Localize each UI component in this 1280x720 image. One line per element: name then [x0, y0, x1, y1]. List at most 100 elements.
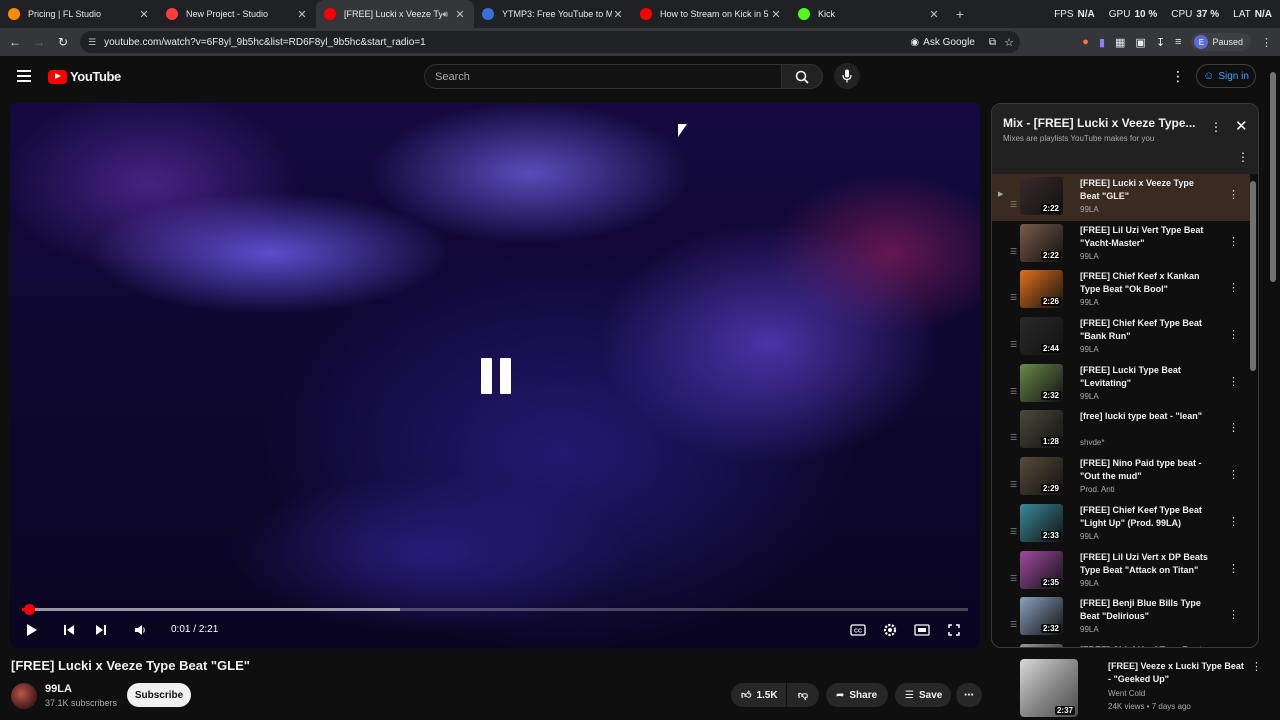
extensions-puzzle-icon[interactable]: ▦ [1115, 36, 1125, 49]
profile-button[interactable]: E Paused [1191, 33, 1251, 51]
playlist-item[interactable]: ☰[FREE] Chief Keef Type Beat [992, 641, 1250, 647]
playlist-item[interactable]: ☰ 1:28 [free] lucki type beat - "lean" shvd… [992, 407, 1250, 454]
save-button[interactable]: ☰ Save [895, 683, 951, 707]
recommended-title[interactable]: [FREE] Veeze x Lucki Type Beat - "Geeked… [1108, 660, 1244, 686]
playlist-thumbnail[interactable]: 2:26 [1020, 270, 1063, 309]
playlist-thumbnail[interactable] [1020, 643, 1063, 647]
drag-handle-icon[interactable]: ☰ [1010, 433, 1017, 442]
drag-handle-icon[interactable]: ☰ [1010, 387, 1017, 396]
drag-handle-icon[interactable]: ☰ [1010, 200, 1017, 209]
playlist-item[interactable]: ☰ 2:33 [FREE] Chief Keef Type Beat "Light … [992, 501, 1250, 548]
drag-handle-icon[interactable]: ☰ [1010, 527, 1017, 536]
close-tab-icon[interactable]: ✕ [454, 8, 466, 21]
scrubber-handle[interactable] [23, 604, 35, 615]
sign-in-button[interactable]: ☺ Sign in [1196, 64, 1256, 88]
browser-tab[interactable]: Pricing | FL Studio ✕ [0, 0, 158, 28]
playlist-item[interactable]: ☰ 2:29 [FREE] Nino Paid type beat - "Out t… [992, 454, 1250, 501]
playlist-more-icon[interactable]: ⋮ [1237, 150, 1249, 164]
item-menu-icon[interactable]: ⋮ [1228, 421, 1239, 434]
playlist-item[interactable]: ☰ 2:22 [FREE] Lil Uzi Vert Type Beat "Yach… [992, 221, 1250, 268]
volume-button[interactable] [130, 620, 150, 640]
url-text[interactable]: youtube.com/watch?v=6F8yl_9b5hc&list=RD6… [104, 37, 426, 48]
playlist-scrollbar[interactable] [1250, 175, 1256, 645]
item-title[interactable]: [FREE] Lil Uzi Vert x DP Beats Type Beat… [1080, 551, 1208, 577]
item-menu-icon[interactable]: ⋮ [1228, 608, 1239, 621]
new-tab-button[interactable]: + [948, 6, 972, 22]
browser-tab[interactable]: New Project - Studio ✕ [158, 0, 316, 28]
close-tab-icon[interactable]: ✕ [612, 8, 624, 21]
browser-tab[interactable]: YTMP3: Free YouTube to MP3 C✕ [474, 0, 632, 28]
extension-fire-icon[interactable]: ● [1082, 36, 1089, 48]
bookmark-star-icon[interactable]: ☆ [1004, 36, 1014, 49]
fullscreen-button[interactable] [944, 620, 964, 640]
playlist-thumbnail[interactable]: 2:32 [1020, 363, 1063, 402]
playlist-thumbnail[interactable]: 1:28 [1020, 410, 1063, 449]
drag-handle-icon[interactable]: ☰ [1010, 247, 1017, 256]
item-menu-icon[interactable]: ⋮ [1228, 328, 1239, 341]
tab-search-icon[interactable]: ▣ [1135, 36, 1145, 49]
search-input[interactable]: Search [424, 64, 782, 89]
drag-handle-icon[interactable]: ☰ [1010, 340, 1017, 349]
playlist-thumbnail[interactable]: 2:22 [1020, 177, 1063, 215]
playlist-thumbnail[interactable]: 2:32 [1020, 597, 1063, 636]
site-info-icon[interactable]: ☰ [88, 37, 96, 48]
previous-button[interactable] [59, 620, 79, 640]
item-title[interactable]: [FREE] Chief Keef Type Beat "Bank Run" [1080, 317, 1208, 343]
item-menu-icon[interactable]: ⋮ [1228, 281, 1239, 294]
playlist-thumbnail[interactable]: 2:33 [1020, 503, 1063, 542]
playlist-item[interactable]: ▶ ☰ 2:22 [FREE] Lucki x Veeze Type Beat "GL… [992, 174, 1250, 221]
item-title[interactable]: [FREE] Nino Paid type beat - "Out the mu… [1080, 457, 1208, 483]
close-tab-icon[interactable]: ✕ [770, 8, 782, 21]
address-bar[interactable]: ☰ youtube.com/watch?v=6F8yl_9b5hc&list=R… [80, 31, 1020, 53]
search-button[interactable] [781, 64, 823, 89]
drag-handle-icon[interactable]: ☰ [1010, 620, 1017, 629]
drag-handle-icon[interactable]: ☰ [1010, 574, 1017, 583]
playlist-menu-icon[interactable]: ⋮ [1210, 120, 1222, 134]
drag-handle-icon[interactable]: ☰ [1010, 293, 1017, 302]
dislike-button[interactable]: 👎︎ [787, 683, 819, 707]
play-button[interactable] [22, 620, 42, 640]
item-title[interactable]: [FREE] Chief Keef x Kankan Type Beat "Ok… [1080, 270, 1208, 296]
playlist-item[interactable]: ☰ 2:32 [FREE] Lucki Type Beat "Levitating"… [992, 361, 1250, 408]
browser-menu-icon[interactable]: ⋮ [1261, 36, 1272, 49]
playlist-item[interactable]: ☰ 2:35 [FREE] Lil Uzi Vert x DP Beats Type… [992, 548, 1250, 595]
media-control-icon[interactable]: ≡ [1175, 36, 1181, 48]
recommended-thumbnail[interactable]: 2:37 [1020, 659, 1078, 717]
item-menu-icon[interactable]: ⋮ [1228, 515, 1239, 528]
playlist-thumbnail[interactable]: 2:22 [1020, 223, 1063, 262]
item-title[interactable]: [FREE] Lucki Type Beat "Levitating" [1080, 364, 1208, 390]
playlist-thumbnail[interactable]: 2:44 [1020, 317, 1063, 356]
theater-mode-button[interactable] [912, 620, 932, 640]
item-menu-icon[interactable]: ⋮ [1228, 562, 1239, 575]
browser-tab[interactable]: [FREE] Lucki x Veeze Type B🔊︎ ✕ [316, 0, 474, 28]
next-button[interactable] [91, 620, 111, 640]
browser-tab[interactable]: How to Stream on Kick in 5 Min✕ [632, 0, 790, 28]
install-icon[interactable]: ⧉ [989, 37, 996, 48]
item-title[interactable]: [FREE] Chief Keef Type Beat "Light Up" (… [1080, 504, 1208, 530]
channel-name[interactable]: 99LA [45, 683, 72, 695]
voice-search-button[interactable] [834, 63, 860, 89]
item-menu-icon[interactable]: ⋮ [1228, 375, 1239, 388]
video-player[interactable]: 0:01 / 2:21 CC [10, 103, 980, 648]
playlist-title[interactable]: Mix - [FREE] Lucki x Veeze Type... [1003, 116, 1203, 130]
captions-button[interactable]: CC [848, 620, 868, 640]
share-button[interactable]: ➦ Share [826, 683, 888, 707]
subscribe-button[interactable]: Subscribe [127, 683, 191, 707]
browser-tab[interactable]: Kick ✕ [790, 0, 948, 28]
reload-icon[interactable]: ↻ [51, 35, 75, 49]
channel-avatar[interactable] [11, 683, 37, 709]
menu-hamburger-icon[interactable] [17, 70, 31, 82]
item-title[interactable]: [FREE] Benji Blue Bills Type Beat "Delir… [1080, 597, 1208, 623]
settings-kebab-icon[interactable]: ⋮ [1171, 68, 1185, 85]
back-icon[interactable]: ← [3, 35, 27, 49]
like-button[interactable]: 👍︎ 1.5K [731, 683, 786, 707]
page-scrollbar[interactable] [1268, 62, 1278, 702]
youtube-logo[interactable]: YouTube [48, 69, 121, 84]
page-scroll-thumb[interactable] [1270, 72, 1276, 282]
extension-shield-icon[interactable]: ▮ [1099, 36, 1105, 49]
playlist-thumbnail[interactable]: 2:35 [1020, 550, 1063, 589]
forward-icon[interactable]: → [27, 35, 51, 49]
close-icon[interactable]: ✕ [1235, 117, 1248, 135]
recommended-channel[interactable]: Went Cold [1108, 689, 1145, 698]
item-menu-icon[interactable]: ⋮ [1228, 235, 1239, 248]
